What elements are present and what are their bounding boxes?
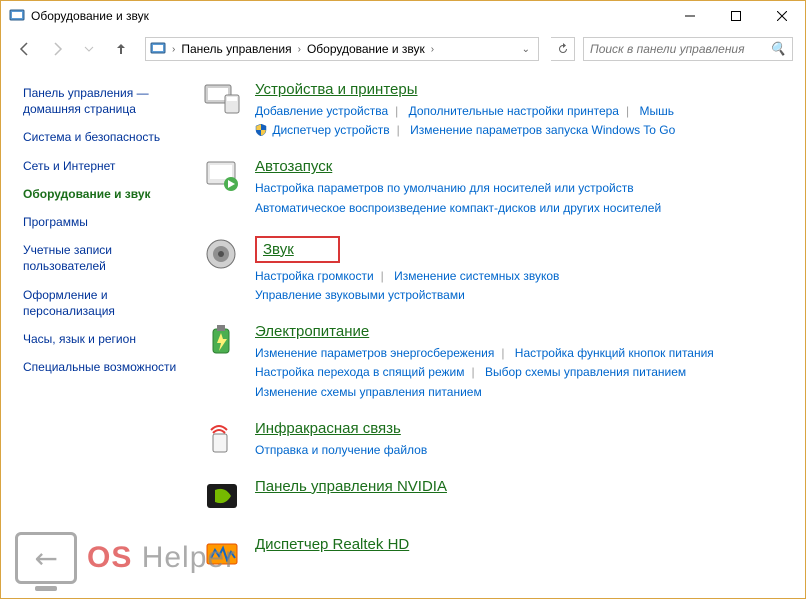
nav-row: › Панель управления › Оборудование и зву… xyxy=(1,31,805,67)
autoplay-title[interactable]: Автозапуск xyxy=(255,158,332,175)
search-input[interactable] xyxy=(590,42,766,56)
chevron-right-icon: › xyxy=(429,44,436,55)
back-button[interactable] xyxy=(13,37,37,61)
sidebar: Панель управления — домашняя страница Си… xyxy=(1,67,201,598)
power-links: Изменение параметров энергосбережения| Н… xyxy=(255,344,795,402)
address-icon xyxy=(150,41,166,57)
link-system-sounds[interactable]: Изменение системных звуков xyxy=(394,269,559,283)
sidebar-home[interactable]: Панель управления — домашняя страница xyxy=(23,85,191,117)
breadcrumb-current[interactable]: Оборудование и звук xyxy=(303,42,429,56)
sound-links: Настройка громкости| Изменение системных… xyxy=(255,267,795,305)
chevron-right-icon: › xyxy=(170,44,177,55)
link-printer-settings[interactable]: Дополнительные настройки принтера xyxy=(409,104,619,118)
refresh-button[interactable] xyxy=(551,37,575,61)
up-button[interactable] xyxy=(109,37,133,61)
category-power: Электропитание Изменение параметров энер… xyxy=(201,323,795,402)
sidebar-item-users[interactable]: Учетные записи пользователей xyxy=(23,242,191,274)
window-title: Оборудование и звук xyxy=(31,9,667,23)
window-controls xyxy=(667,1,805,31)
link-device-manager[interactable]: Диспетчер устройств xyxy=(272,123,389,137)
shield-icon xyxy=(255,124,267,136)
link-add-device[interactable]: Добавление устройства xyxy=(255,104,388,118)
app-icon xyxy=(9,8,25,24)
link-infrared-send[interactable]: Отправка и получение файлов xyxy=(255,443,427,457)
realtek-title[interactable]: Диспетчер Realtek HD xyxy=(255,536,409,553)
link-volume[interactable]: Настройка громкости xyxy=(255,269,374,283)
sidebar-item-network[interactable]: Сеть и Интернет xyxy=(23,158,191,174)
link-autoplay-defaults[interactable]: Настройка параметров по умолчанию для но… xyxy=(255,181,634,195)
category-infrared: Инфракрасная связь Отправка и получение … xyxy=(201,420,795,460)
link-power-saving[interactable]: Изменение параметров энергосбережения xyxy=(255,346,494,360)
infrared-links: Отправка и получение файлов xyxy=(255,441,795,460)
link-sleep[interactable]: Настройка перехода в спящий режим xyxy=(255,365,464,379)
address-bar[interactable]: › Панель управления › Оборудование и зву… xyxy=(145,37,539,61)
nvidia-title[interactable]: Панель управления NVIDIA xyxy=(255,478,447,495)
category-nvidia: Панель управления NVIDIA xyxy=(201,478,795,518)
link-power-buttons[interactable]: Настройка функций кнопок питания xyxy=(515,346,714,360)
close-button[interactable] xyxy=(759,1,805,31)
sound-title[interactable]: Звук xyxy=(255,236,340,263)
power-icon xyxy=(201,323,245,363)
chevron-right-icon: › xyxy=(296,44,303,55)
realtek-icon xyxy=(201,536,245,576)
category-devices: Устройства и принтеры Добавление устройс… xyxy=(201,81,795,140)
address-dropdown[interactable]: ⌄ xyxy=(518,44,534,55)
recent-dropdown[interactable] xyxy=(77,37,101,61)
search-box[interactable]: 🔍 xyxy=(583,37,793,61)
link-audio-devices[interactable]: Управление звуковыми устройствами xyxy=(255,288,465,302)
devices-links: Добавление устройства| Дополнительные на… xyxy=(255,102,795,140)
link-autoplay-cds[interactable]: Автоматическое воспроизведение компакт-д… xyxy=(255,201,661,215)
breadcrumb-root[interactable]: Панель управления xyxy=(177,42,295,56)
minimize-button[interactable] xyxy=(667,1,713,31)
sidebar-item-accessibility[interactable]: Специальные возможности xyxy=(23,359,191,375)
forward-button[interactable] xyxy=(45,37,69,61)
sidebar-item-personalization[interactable]: Оформление и персонализация xyxy=(23,287,191,319)
content: Панель управления — домашняя страница Си… xyxy=(1,67,805,598)
link-power-plan-select[interactable]: Выбор схемы управления питанием xyxy=(485,365,686,379)
sound-icon xyxy=(201,236,245,276)
infrared-icon xyxy=(201,420,245,460)
power-title[interactable]: Электропитание xyxy=(255,323,369,340)
titlebar: Оборудование и звук xyxy=(1,1,805,31)
devices-title[interactable]: Устройства и принтеры xyxy=(255,81,417,98)
sidebar-item-programs[interactable]: Программы xyxy=(23,214,191,230)
maximize-button[interactable] xyxy=(713,1,759,31)
autoplay-links: Настройка параметров по умолчанию для но… xyxy=(255,179,795,217)
window: Оборудование и звук › Панель управления … xyxy=(0,0,806,599)
main: Устройства и принтеры Добавление устройс… xyxy=(201,67,805,598)
sidebar-item-system[interactable]: Система и безопасность xyxy=(23,129,191,145)
infrared-title[interactable]: Инфракрасная связь xyxy=(255,420,401,437)
search-icon[interactable]: 🔍 xyxy=(770,41,786,57)
devices-icon xyxy=(201,81,245,121)
link-mouse[interactable]: Мышь xyxy=(639,104,674,118)
link-power-plan-edit[interactable]: Изменение схемы управления питанием xyxy=(255,385,482,399)
sidebar-item-hardware[interactable]: Оборудование и звук xyxy=(23,186,191,202)
autoplay-icon xyxy=(201,158,245,198)
category-sound: Звук Настройка громкости| Изменение сист… xyxy=(201,236,795,305)
nvidia-icon xyxy=(201,478,245,518)
link-windows-togo[interactable]: Изменение параметров запуска Windows To … xyxy=(410,123,675,137)
category-realtek: Диспетчер Realtek HD xyxy=(201,536,795,576)
sidebar-item-clock[interactable]: Часы, язык и регион xyxy=(23,331,191,347)
category-autoplay: Автозапуск Настройка параметров по умолч… xyxy=(201,158,795,217)
